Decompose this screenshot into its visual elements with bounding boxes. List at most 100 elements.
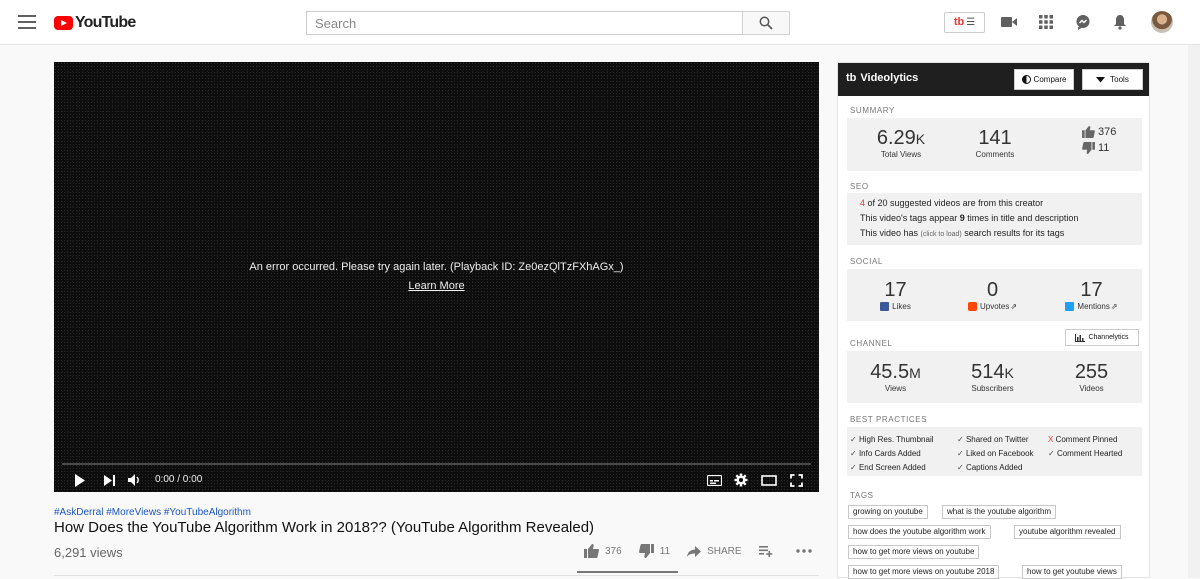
check-icon: ✓ [850, 435, 857, 444]
channel-box: 45.5M Views 514K Subscribers 255 Videos [847, 351, 1142, 403]
thumbs-down-icon [1082, 142, 1095, 154]
more-actions-button[interactable] [795, 549, 818, 553]
external-link-icon: ⇗ [1010, 302, 1018, 311]
divider [54, 575, 819, 576]
check-icon: ✓ [850, 449, 857, 458]
like-dislike-stat: 376 11 [1082, 126, 1142, 154]
progress-bar[interactable] [62, 463, 811, 465]
bp-item: ✓ Captions Added [957, 463, 1022, 472]
compare-button[interactable]: Compare [1014, 69, 1074, 90]
video-actions: 376 11 SHARE [584, 544, 835, 558]
videolytics-title-text: Videolytics [860, 72, 919, 84]
volume-icon[interactable] [126, 471, 144, 489]
channel-views-stat: 45.5M Views [853, 361, 938, 393]
tags-section-title: TAGS [850, 491, 874, 500]
seo-search-post: search results for its tags [961, 228, 1065, 238]
search-input[interactable] [306, 11, 742, 35]
like-ratio-bar [577, 571, 678, 573]
summary-box: 6.29K Total Views 141 Comments 376 11 [847, 118, 1142, 171]
video-hashtags[interactable]: #AskDerral #MoreViews #YouTubeAlgorithm [54, 507, 251, 518]
social-box: 17 Likes 0 Upvotes ⇗ 17 Mentions ⇗ [847, 269, 1142, 321]
subtitles-icon[interactable] [705, 471, 723, 489]
videolytics-logo-icon: tb [846, 72, 857, 84]
check-icon: ✓ [957, 449, 964, 458]
bp-label: Captions Added [965, 463, 1023, 472]
account-avatar[interactable] [1151, 11, 1173, 33]
theater-mode-icon[interactable] [760, 471, 778, 489]
click-to-load-link[interactable]: (click to load) [921, 231, 962, 238]
search-button[interactable] [742, 11, 790, 35]
compare-label: Compare [1033, 75, 1067, 84]
tag-chip[interactable]: how to get more views on youtube [848, 545, 980, 559]
check-icon: ✓ [850, 463, 857, 472]
upvotes-number: 0 [986, 279, 999, 301]
page-scrollbar[interactable] [1188, 45, 1200, 578]
mentions-number: 17 [1080, 279, 1103, 301]
tag-chip[interactable]: what is the youtube algorithm [942, 505, 1057, 519]
bar-chart-icon [1075, 333, 1086, 342]
total-views-label: Total Views [880, 150, 922, 159]
tag-chip[interactable]: youtube algorithm revealed [1014, 525, 1121, 539]
tag-chip[interactable]: how to get more views on youtube 2018 [848, 565, 1000, 579]
like-count: 376 [605, 545, 622, 557]
seo-suggested-text: of 20 suggested videos are from this cre… [865, 198, 1044, 208]
channel-views-suffix: M [909, 365, 921, 381]
view-count: 6,291 views [54, 545, 123, 560]
seo-section-title: SEO [850, 182, 869, 191]
mentions-stat: 17 Mentions ⇗ [1049, 279, 1134, 311]
upvotes-label: Upvotes [979, 302, 1010, 311]
top-bar: YouTube tb☰ [0, 0, 1200, 45]
messages-icon[interactable] [1071, 10, 1095, 34]
comments-stat: 141 Comments [951, 127, 1039, 159]
check-icon: ✓ [957, 435, 964, 444]
channelytics-label: Channelytics [1088, 334, 1129, 341]
video-player[interactable]: An error occurred. Please try again late… [54, 62, 819, 492]
videos-stat: 255 Videos [1049, 361, 1134, 393]
apps-grid-icon[interactable] [1034, 10, 1058, 34]
extension-badge-text: tb [953, 16, 965, 28]
share-label: SHARE [707, 545, 742, 557]
facebook-icon [880, 302, 890, 311]
menu-icon[interactable] [18, 15, 36, 29]
play-icon[interactable] [71, 471, 89, 489]
learn-more-link[interactable]: Learn More [408, 280, 464, 292]
seo-box: 4 of 20 suggested videos are from this c… [847, 193, 1142, 245]
upvotes-link[interactable]: Upvotes ⇗ [950, 302, 1035, 311]
share-button[interactable]: SHARE [687, 545, 742, 557]
social-likes-number: 17 [884, 279, 907, 301]
tools-button[interactable]: Tools [1082, 69, 1143, 90]
videolytics-extension-button[interactable]: tb ☰ [944, 11, 985, 33]
seo-search-pre: This video has [860, 228, 921, 238]
add-to-playlist-button[interactable] [758, 545, 779, 557]
bp-item: ✓ End Screen Added [850, 463, 926, 472]
dislike-button[interactable]: 11 [638, 544, 670, 558]
notifications-bell-icon[interactable] [1108, 10, 1132, 34]
caret-down-icon [1096, 76, 1106, 82]
tag-chip[interactable]: growing on youtube [848, 505, 928, 519]
settings-gear-icon[interactable] [732, 471, 750, 489]
tag-chip[interactable]: how does the youtube algorithm work [848, 525, 991, 539]
social-likes-label: Likes [892, 302, 911, 311]
youtube-play-icon [54, 16, 73, 30]
youtube-logo[interactable]: YouTube [54, 14, 136, 32]
player-error-message: An error occurred. Please try again late… [249, 261, 624, 273]
player-controls: 0:00 / 0:00 [54, 468, 819, 492]
total-views-suffix: K [915, 131, 926, 147]
bp-label: Comment Hearted [1056, 449, 1123, 458]
channelytics-button[interactable]: Channelytics [1065, 329, 1139, 346]
bp-label: Info Cards Added [858, 449, 921, 458]
tag-chip[interactable]: how to get youtube views [1022, 565, 1122, 579]
next-icon[interactable] [101, 471, 119, 489]
upvotes-stat: 0 Upvotes ⇗ [950, 279, 1035, 311]
like-button[interactable]: 376 [584, 544, 622, 558]
bp-item: ✓ High Res. Thumbnail [850, 435, 934, 444]
fullscreen-icon[interactable] [787, 471, 805, 489]
seo-suggested-line: 4 of 20 suggested videos are from this c… [860, 198, 1043, 208]
share-arrow-icon [687, 545, 702, 557]
bp-label: Comment Pinned [1055, 435, 1118, 444]
create-video-icon[interactable] [997, 10, 1021, 34]
time-display: 0:00 / 0:00 [155, 474, 203, 485]
comments-label: Comments [975, 150, 1015, 159]
thumbs-down-icon [638, 544, 654, 558]
mentions-link[interactable]: Mentions ⇗ [1049, 302, 1134, 311]
